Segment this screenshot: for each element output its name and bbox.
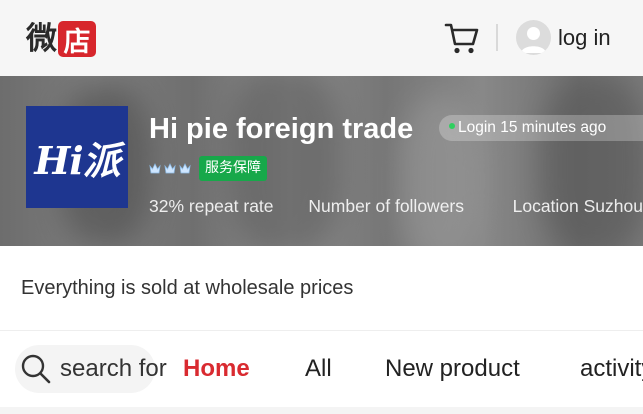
store-slogan: Everything is sold at wholesale prices <box>21 277 354 299</box>
weidian-logo[interactable]: 微 店 <box>26 20 96 58</box>
crown-icon <box>164 163 176 174</box>
background-blur <box>540 76 643 246</box>
search-icon[interactable] <box>20 353 52 385</box>
crown-icon <box>149 163 161 174</box>
cart-icon[interactable] <box>444 21 480 55</box>
login-link[interactable]: log in <box>558 24 611 52</box>
crown-icon <box>179 163 191 174</box>
store-nav: search for Home All New product activity <box>0 331 643 407</box>
login-status-text: Login 15 minutes ago <box>458 119 607 136</box>
logo-char-wei: 微 <box>26 21 57 57</box>
store-stats: 32% repeat rate Number of followers Loca… <box>149 195 643 217</box>
bottom-spacer <box>0 407 643 414</box>
logo-char-dian: 店 <box>58 21 96 58</box>
user-avatar-icon[interactable] <box>516 20 551 55</box>
tab-all[interactable]: All <box>305 355 332 383</box>
tab-new-product[interactable]: New product <box>385 355 520 383</box>
login-status-badge: Login 15 minutes ago <box>439 115 643 141</box>
store-rating <box>149 162 191 175</box>
store-name: Hi pie foreign trade <box>149 113 414 145</box>
tab-activity[interactable]: activity <box>580 355 643 383</box>
store-banner: Hi派 Hi pie foreign trade Login 15 minute… <box>0 76 643 246</box>
search-label[interactable]: search for <box>60 355 167 383</box>
online-dot-icon <box>449 122 455 129</box>
service-guarantee-badge[interactable]: 服务保障 <box>199 156 267 181</box>
repeat-rate: 32% repeat rate <box>149 196 274 216</box>
store-location: Location Suzhou <box>512 196 643 216</box>
store-logo[interactable]: Hi派 <box>26 106 128 208</box>
store-notice: Everything is sold at wholesale prices <box>0 246 643 330</box>
followers-count: Number of followers <box>308 196 465 216</box>
tab-home[interactable]: Home <box>183 355 250 383</box>
top-header: 微 店 log in <box>0 0 643 76</box>
header-divider <box>496 24 498 51</box>
